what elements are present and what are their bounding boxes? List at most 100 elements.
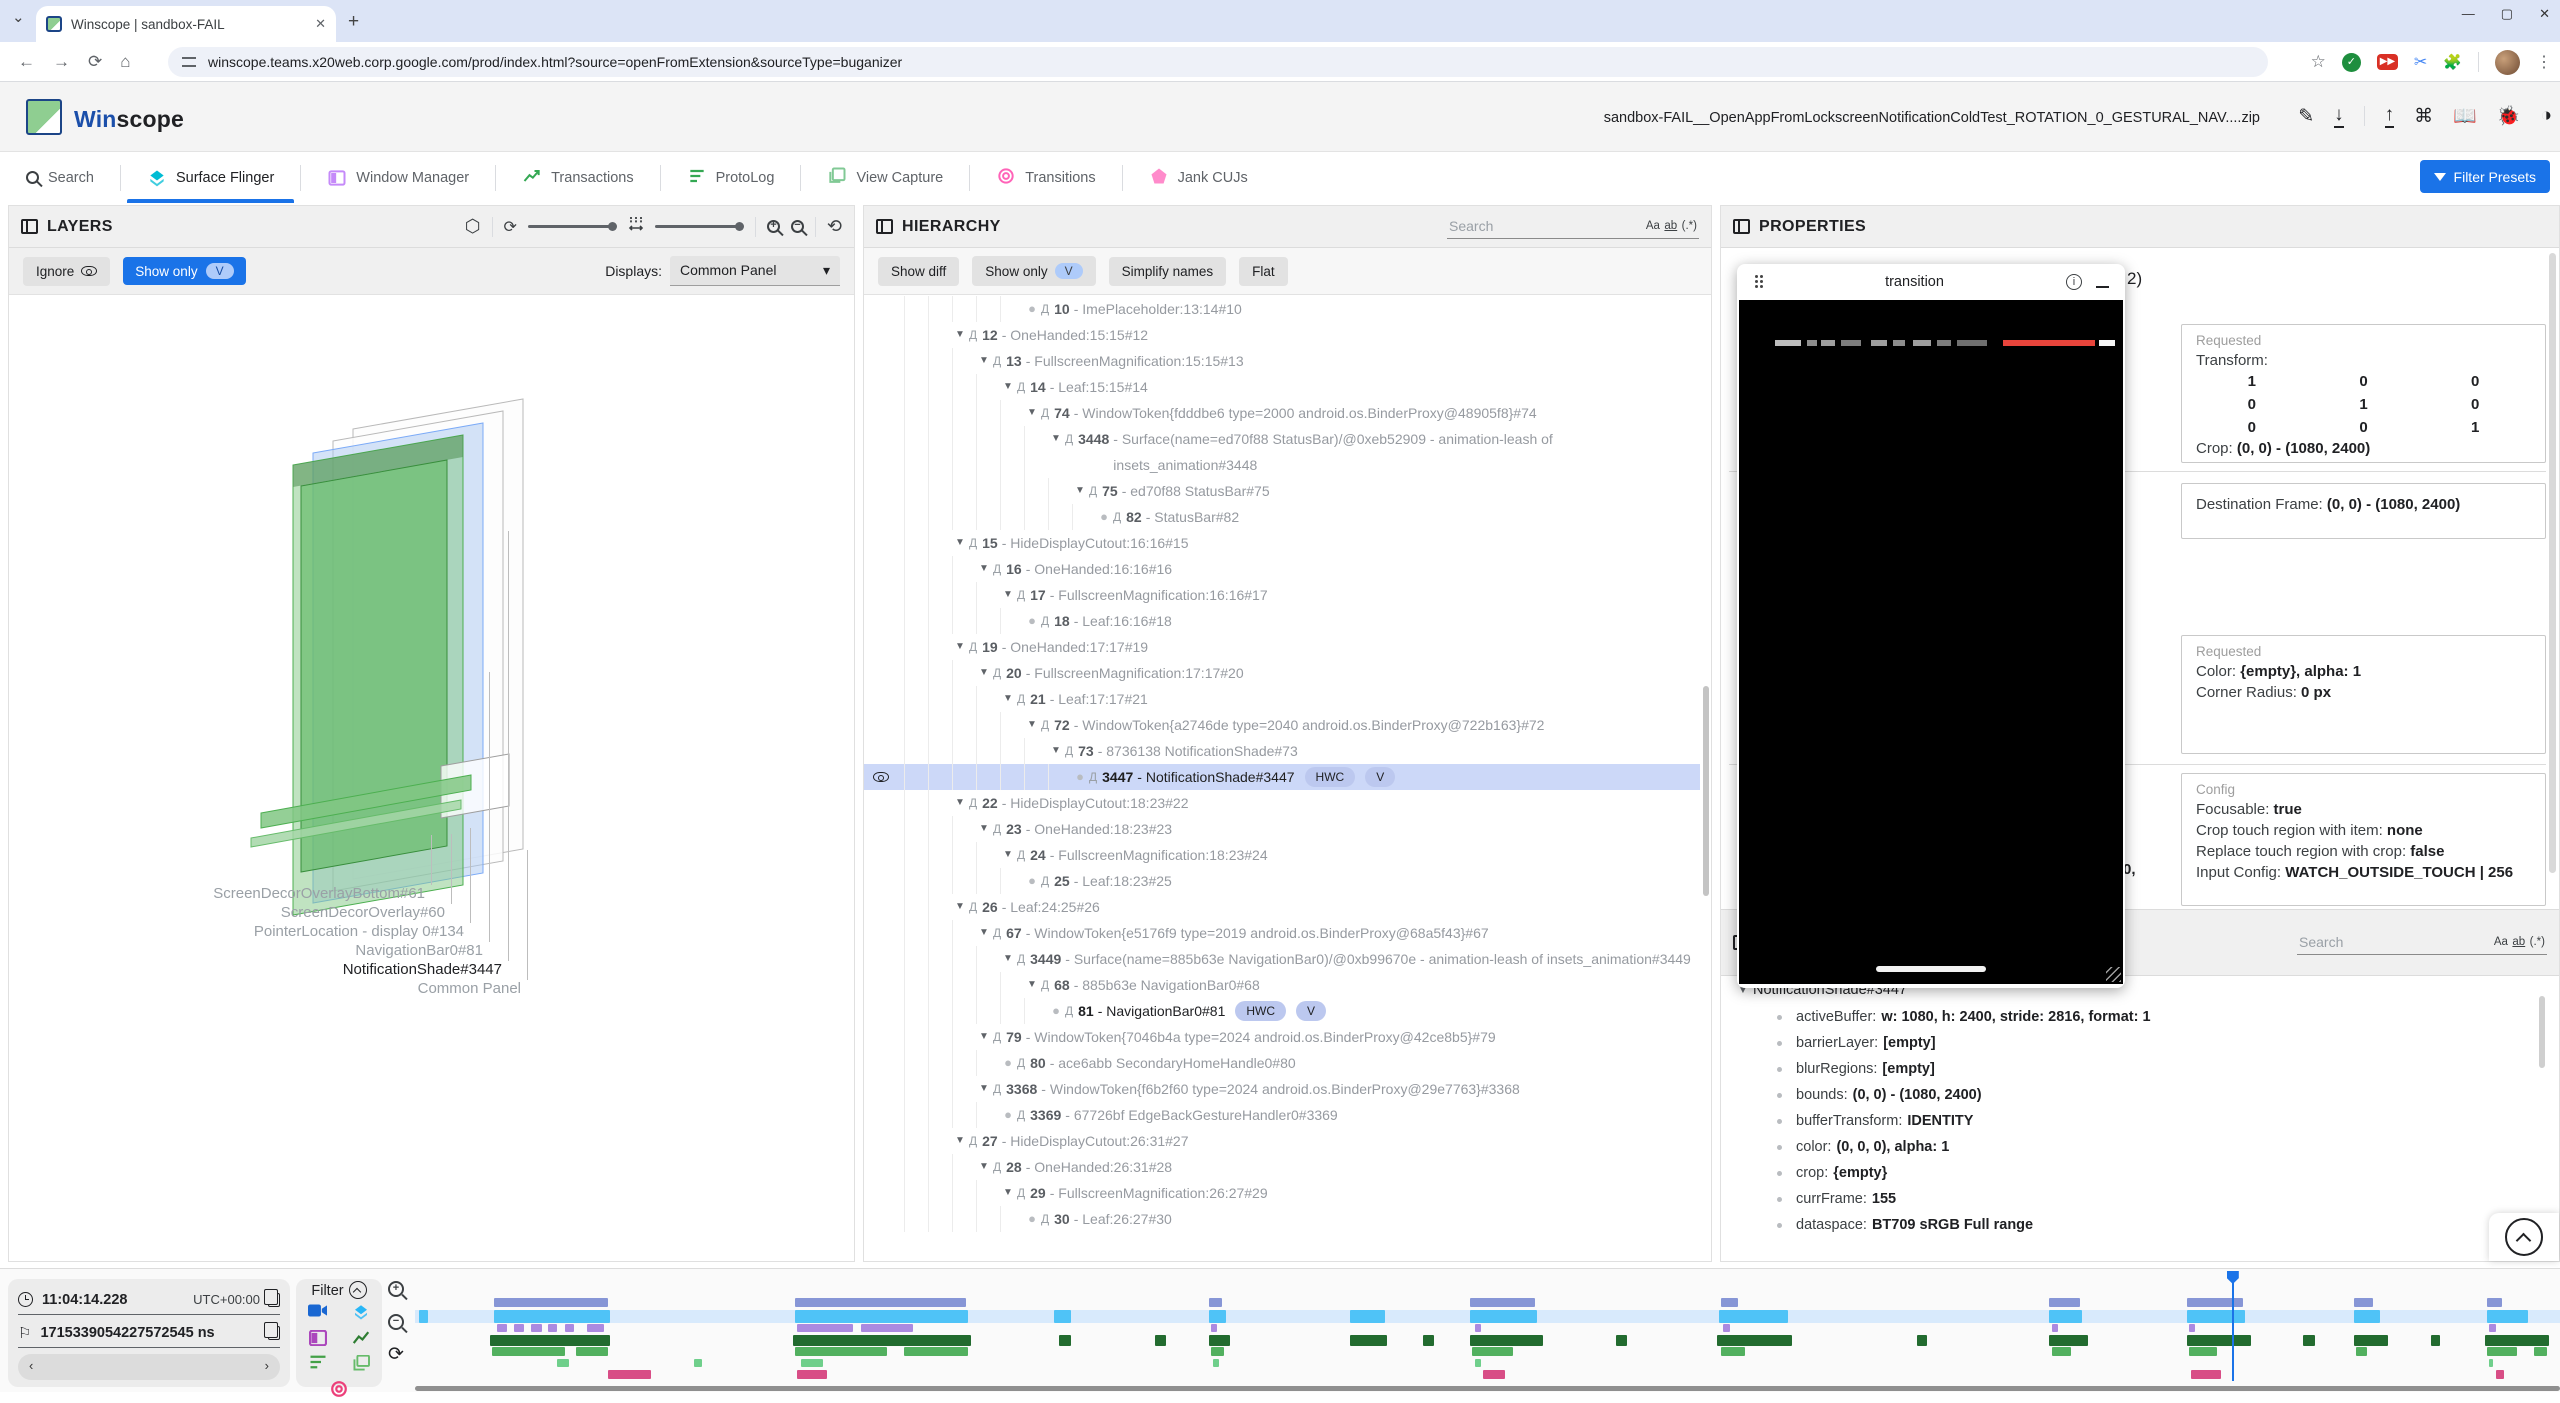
layer-name-label[interactable]: NotificationShade#3447 bbox=[343, 961, 502, 978]
displays-dropdown[interactable]: Common Panel▾ bbox=[670, 256, 840, 286]
pin-icon[interactable]: Д bbox=[1017, 582, 1025, 608]
simplify-names-button[interactable]: Simplify names bbox=[1109, 257, 1227, 286]
hierarchy-search-input[interactable]: Search Aa ab (.*) bbox=[1447, 214, 1699, 239]
timeline-scrollbar[interactable] bbox=[415, 1386, 2560, 1391]
extension-scissors-icon[interactable]: ✂ bbox=[2414, 52, 2427, 72]
match-word-icon[interactable]: ab bbox=[2512, 936, 2525, 948]
tree-row[interactable]: ▼Д22 - HideDisplayCutout:18:23#22 bbox=[864, 790, 1700, 816]
timeline-zoom-out-icon[interactable]: − bbox=[388, 1314, 404, 1330]
detail-property-row[interactable]: currFrame:155 bbox=[1721, 1186, 2541, 1212]
tab-surface-flinger[interactable]: Surface Flinger bbox=[121, 152, 300, 203]
tree-row[interactable]: ▼Д28 - OneHanded:26:31#28 bbox=[864, 1154, 1700, 1180]
minimize-icon[interactable] bbox=[2096, 276, 2109, 288]
window-maximize-icon[interactable]: ▢ bbox=[2501, 6, 2513, 22]
pin-icon[interactable]: Д bbox=[993, 920, 1001, 946]
chevron-down-icon[interactable]: ▼ bbox=[1000, 582, 1016, 608]
visibility-eye-icon[interactable] bbox=[873, 772, 889, 782]
chevron-down-icon[interactable]: ▼ bbox=[976, 1024, 992, 1050]
tree-row[interactable]: ▼Д13 - FullscreenMagnification:15:15#13 bbox=[864, 348, 1700, 374]
chevron-down-icon[interactable]: ▼ bbox=[952, 894, 968, 920]
pin-icon[interactable]: Д bbox=[1113, 504, 1121, 530]
browser-tab[interactable]: Winscope | sandbox-FAIL ✕ bbox=[36, 6, 336, 42]
tree-row[interactable]: ▼Д29 - FullscreenMagnification:26:27#29 bbox=[864, 1180, 1700, 1206]
pin-icon[interactable]: Д bbox=[1041, 400, 1049, 426]
copy-icon[interactable] bbox=[268, 1293, 280, 1307]
pin-icon[interactable]: Д bbox=[969, 790, 977, 816]
extension-check-icon[interactable]: ✓ bbox=[2342, 53, 2361, 72]
detail-property-row[interactable]: color:(0, 0, 0), alpha: 1 bbox=[1721, 1134, 2541, 1160]
3d-cube-icon[interactable]: ⬡ bbox=[465, 216, 481, 237]
extension-video-icon[interactable]: ▶▶ bbox=[2377, 54, 2398, 70]
tab-view-capture[interactable]: View Capture bbox=[801, 152, 969, 203]
tree-row[interactable]: ▼Д14 - Leaf:15:15#14 bbox=[864, 374, 1700, 400]
timeline-refresh-icon[interactable]: ⟳ bbox=[388, 1347, 404, 1363]
reload-icon[interactable]: ⟳ bbox=[88, 52, 102, 72]
pin-icon[interactable]: Д bbox=[993, 348, 1001, 374]
tree-row[interactable]: ▼Д15 - HideDisplayCutout:16:16#15 bbox=[864, 530, 1700, 556]
detail-property-row[interactable]: activeBuffer:w: 1080, h: 2400, stride: 2… bbox=[1721, 1004, 2541, 1030]
tree-row[interactable]: ▼Д23 - OneHanded:18:23#23 bbox=[864, 816, 1700, 842]
window-minimize-icon[interactable]: — bbox=[2462, 6, 2475, 22]
show-only-visible-button[interactable]: Show onlyV bbox=[972, 256, 1095, 286]
chevron-down-icon[interactable]: ▼ bbox=[952, 1128, 968, 1154]
pin-icon[interactable]: Д bbox=[969, 322, 977, 348]
tree-row[interactable]: ▼Д74 - WindowToken{fdddbe6 type=2000 and… bbox=[864, 400, 1700, 426]
chevron-down-icon[interactable]: ▼ bbox=[976, 660, 992, 686]
filter-presets-button[interactable]: Filter Presets bbox=[2420, 160, 2550, 193]
layer-name-label[interactable]: NavigationBar0#81 bbox=[355, 942, 483, 959]
zoom-out-icon[interactable]: − bbox=[791, 220, 804, 233]
match-case-icon[interactable]: Aa bbox=[2494, 936, 2508, 948]
layer-name-label[interactable]: PointerLocation - display 0#134 bbox=[254, 923, 464, 940]
spacing-slider[interactable] bbox=[655, 222, 744, 231]
back-icon[interactable]: ← bbox=[18, 52, 35, 72]
zoom-in-icon[interactable]: + bbox=[767, 220, 780, 233]
tab-window-manager[interactable]: Window Manager bbox=[301, 152, 495, 203]
pin-icon[interactable]: Д bbox=[969, 1128, 977, 1154]
browser-menu-icon[interactable]: ⋮ bbox=[2536, 52, 2552, 72]
screen-recording-trace-icon[interactable] bbox=[308, 1303, 327, 1326]
url-bar[interactable]: winscope.teams.x20web.corp.google.com/pr… bbox=[168, 47, 2268, 77]
tree-row[interactable]: ▼Д27 - HideDisplayCutout:26:31#27 bbox=[864, 1128, 1700, 1154]
view-capture-trace-icon[interactable] bbox=[352, 1355, 370, 1376]
pin-icon[interactable]: Д bbox=[993, 1024, 1001, 1050]
pin-icon[interactable]: Д bbox=[969, 530, 977, 556]
chevron-down-icon[interactable]: ▼ bbox=[1024, 972, 1040, 998]
tree-row[interactable]: ▼Д21 - Leaf:17:17#21 bbox=[864, 686, 1700, 712]
chevron-down-icon[interactable]: ▼ bbox=[1024, 712, 1040, 738]
tree-row[interactable]: ●Д3369 - 67726bf EdgeBackGestureHandler0… bbox=[864, 1102, 1700, 1128]
timeline-pager[interactable]: ‹› bbox=[18, 1354, 280, 1380]
chevron-down-icon[interactable]: ▼ bbox=[1048, 738, 1064, 764]
chevron-down-icon[interactable]: ▼ bbox=[1000, 686, 1016, 712]
timeline-cursor[interactable] bbox=[2232, 1271, 2234, 1381]
chevron-down-icon[interactable]: ▼ bbox=[976, 920, 992, 946]
chevron-down-icon[interactable]: ▼ bbox=[976, 816, 992, 842]
chevron-down-icon[interactable]: ▼ bbox=[1072, 478, 1088, 504]
pin-icon[interactable]: Д bbox=[1041, 608, 1049, 634]
detail-property-row[interactable]: crop:{empty} bbox=[1721, 1160, 2541, 1186]
tree-row[interactable]: ●Д30 - Leaf:26:27#30 bbox=[864, 1206, 1700, 1232]
chevron-down-icon[interactable]: ▼ bbox=[952, 790, 968, 816]
new-tab-button[interactable]: + bbox=[348, 11, 359, 33]
window-manager-trace-icon[interactable] bbox=[309, 1330, 327, 1351]
chevron-down-icon[interactable]: ▼ bbox=[1000, 1180, 1016, 1206]
pin-icon[interactable]: Д bbox=[1017, 686, 1025, 712]
chevron-down-icon[interactable]: ▼ bbox=[1000, 374, 1016, 400]
tree-row[interactable]: ▼Д79 - WindowToken{7046b4a type=2024 and… bbox=[864, 1024, 1700, 1050]
tree-row[interactable]: ▼Д75 - ed70f88 StatusBar#75 bbox=[864, 478, 1700, 504]
pin-icon[interactable]: Д bbox=[1017, 374, 1025, 400]
tree-row[interactable]: ●Д80 - ace6abb SecondaryHomeHandle0#80 bbox=[864, 1050, 1700, 1076]
upload-icon[interactable]: ↑ bbox=[2385, 104, 2395, 128]
documentation-icon[interactable]: 📖 bbox=[2453, 104, 2477, 128]
pin-icon[interactable]: Д bbox=[969, 634, 977, 660]
detail-property-row[interactable]: blurRegions:[empty] bbox=[1721, 1056, 2541, 1082]
pin-icon[interactable]: Д bbox=[1041, 712, 1049, 738]
bookmark-star-icon[interactable]: ☆ bbox=[2311, 52, 2326, 72]
match-word-icon[interactable]: ab bbox=[1664, 220, 1677, 232]
home-icon[interactable]: ⌂ bbox=[120, 52, 130, 72]
panel-collapse-icon[interactable] bbox=[876, 219, 893, 234]
pin-icon[interactable]: Д bbox=[993, 1154, 1001, 1180]
pin-icon[interactable]: Д bbox=[1041, 296, 1049, 322]
tree-row[interactable]: ▼Д17 - FullscreenMagnification:16:16#17 bbox=[864, 582, 1700, 608]
rotate-icon[interactable]: ⟳ bbox=[504, 217, 517, 237]
report-bug-icon[interactable]: 🐞 bbox=[2497, 104, 2521, 128]
